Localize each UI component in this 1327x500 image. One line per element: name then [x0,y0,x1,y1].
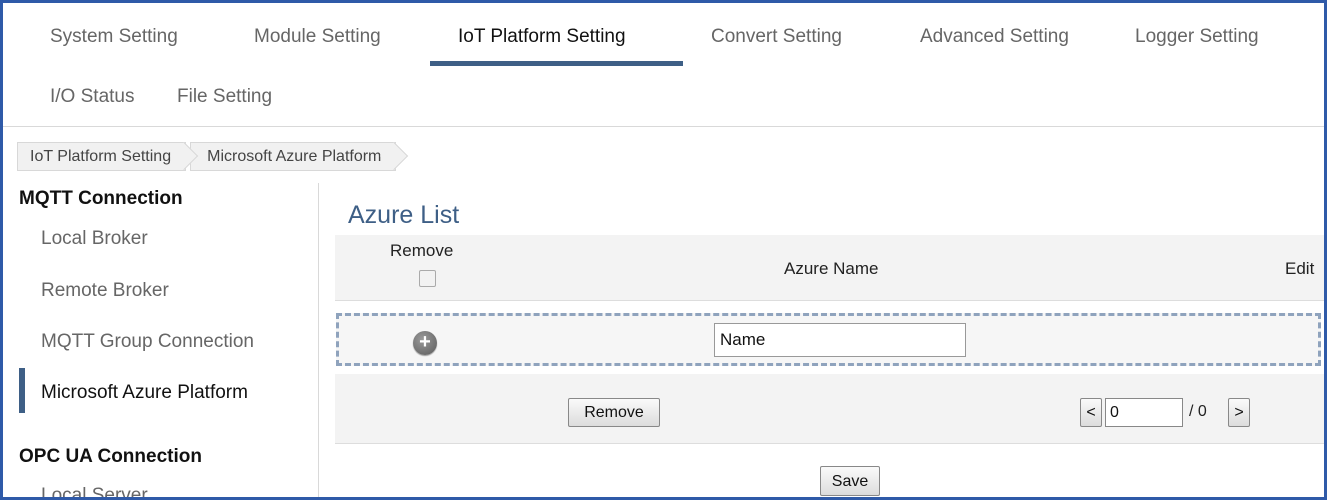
column-header-remove: Remove [390,241,454,260]
column-header-azure-name: Azure Name [784,259,879,278]
tab-logger-setting[interactable]: Logger Setting [1135,26,1259,48]
sidebar-heading-opcua: OPC UA Connection [19,446,202,467]
tab-io-status[interactable]: I/O Status [50,86,134,108]
top-navigation: System Setting Module Setting IoT Platfo… [3,3,1324,127]
tab-file-setting[interactable]: File Setting [177,86,272,108]
app-frame: System Setting Module Setting IoT Platfo… [0,0,1327,500]
tab-system-setting[interactable]: System Setting [50,26,178,48]
sidebar-item-local-broker[interactable]: Local Broker [41,228,148,250]
sidebar-item-local-server[interactable]: Local Server [41,485,148,497]
next-page-button[interactable]: > [1228,398,1250,427]
breadcrumb-microsoft-azure-platform[interactable]: Microsoft Azure Platform [190,142,397,171]
sidebar-item-remote-broker[interactable]: Remote Broker [41,280,169,302]
page-title: Azure List [348,201,460,229]
save-button[interactable]: Save [820,466,880,496]
breadcrumb-iot-platform-setting[interactable]: IoT Platform Setting [17,142,187,171]
tab-advanced-setting[interactable]: Advanced Setting [920,26,1069,48]
page-total: / 0 [1189,403,1207,420]
sidebar-active-indicator [19,368,25,413]
column-header-edit: Edit [1285,259,1315,278]
prev-page-button[interactable]: < [1080,398,1102,427]
tab-convert-setting[interactable]: Convert Setting [711,26,842,48]
sidebar: MQTT Connection Local Broker Remote Brok… [3,183,319,497]
remove-button[interactable]: Remove [568,398,660,427]
table-header: Remove Azure Name Edit [335,235,1324,301]
page-number-input[interactable] [1105,398,1183,427]
active-tab-underline [430,61,683,66]
tab-iot-platform-setting[interactable]: IoT Platform Setting [458,26,626,48]
sidebar-item-microsoft-azure-platform[interactable]: Microsoft Azure Platform [41,382,248,404]
tab-module-setting[interactable]: Module Setting [254,26,381,48]
sidebar-heading-mqtt: MQTT Connection [19,188,183,209]
add-icon[interactable]: + [413,331,437,355]
azure-name-input[interactable] [714,323,966,357]
breadcrumb: IoT Platform Setting Microsoft Azure Pla… [17,142,400,171]
select-all-checkbox[interactable] [419,270,436,287]
sidebar-item-mqtt-group-connection[interactable]: MQTT Group Connection [41,331,254,353]
